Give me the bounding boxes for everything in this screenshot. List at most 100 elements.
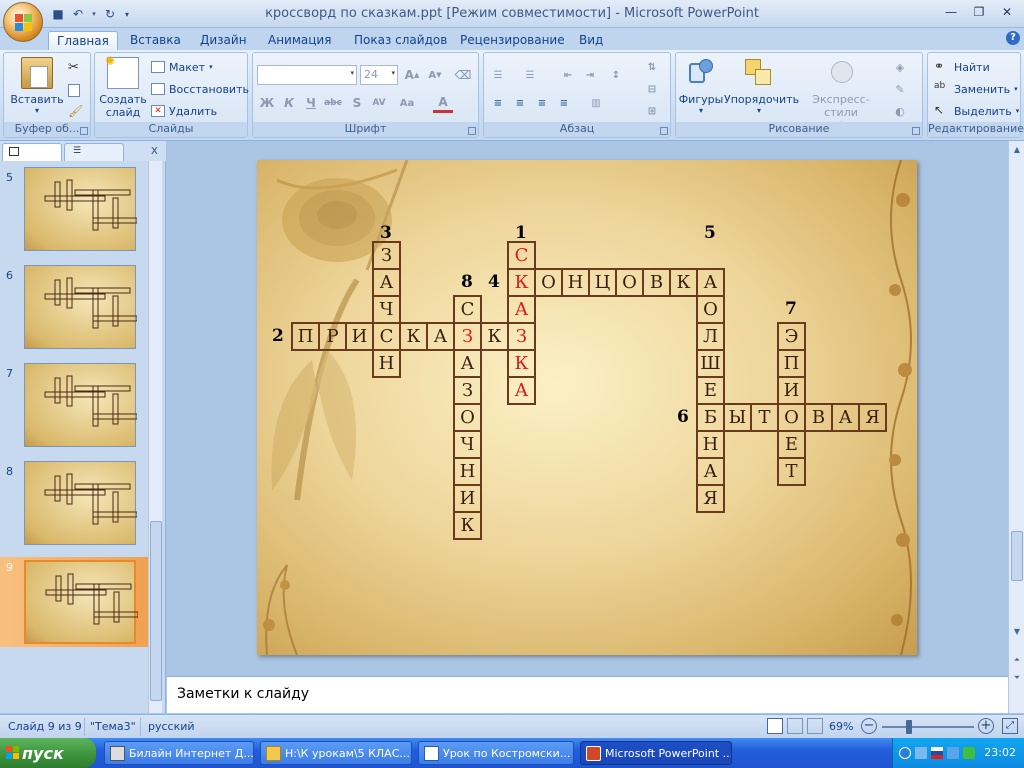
zoom-level[interactable]: 69%: [829, 720, 853, 733]
clipboard-launcher-icon[interactable]: [80, 127, 88, 135]
zoom-out-icon[interactable]: −: [861, 718, 877, 734]
format-painter-button[interactable]: 🖌: [68, 103, 84, 121]
align-left-icon[interactable]: ≡: [488, 93, 508, 113]
tab-home[interactable]: Главная: [48, 31, 118, 50]
font-color-icon[interactable]: A: [433, 93, 453, 113]
fit-to-window-icon[interactable]: ⤢: [1002, 718, 1018, 734]
thumbnail-scroll-thumb[interactable]: [150, 521, 162, 701]
next-slide-icon[interactable]: ⏷: [1010, 671, 1024, 685]
text-direction-icon[interactable]: ⇅: [642, 57, 662, 77]
italic-icon[interactable]: К: [279, 93, 299, 113]
language-flag-icon[interactable]: [931, 747, 943, 759]
replace-button[interactable]: ab Заменить ▾: [934, 80, 1018, 98]
tab-insert[interactable]: Вставка: [122, 31, 189, 50]
new-slide-button[interactable]: ✺ Создать слайд: [97, 54, 149, 119]
layout-button[interactable]: Макет ▾: [151, 58, 213, 76]
close-button[interactable]: ✕: [994, 3, 1020, 21]
shadow-icon[interactable]: S: [347, 93, 367, 113]
paste-button[interactable]: Вставить ▾: [8, 57, 66, 115]
shapes-button[interactable]: Фигуры ▾: [678, 57, 724, 115]
slides-tab[interactable]: [2, 143, 62, 161]
tab-animation[interactable]: Анимация: [260, 31, 339, 50]
start-button[interactable]: пуск: [0, 738, 96, 768]
reset-button[interactable]: Восстановить: [151, 80, 249, 98]
arrange-button[interactable]: Упорядочить ▾: [724, 57, 799, 115]
font-size-box[interactable]: 24 ▾: [360, 65, 398, 85]
delete-slide-button[interactable]: ✕ Удалить: [151, 102, 217, 120]
network-icon[interactable]: [915, 747, 927, 759]
cut-button[interactable]: ✂: [68, 59, 84, 77]
bold-icon[interactable]: Ж: [257, 93, 277, 113]
shrink-font-icon[interactable]: A ▼: [425, 65, 445, 85]
scroll-up-icon[interactable]: ▲: [1010, 143, 1024, 157]
sorter-view-icon[interactable]: [787, 718, 803, 734]
slide-thumbnail-6[interactable]: 6: [0, 265, 150, 355]
previous-slide-icon[interactable]: ⏶: [1010, 653, 1024, 667]
thumbnail-preview: [24, 560, 138, 644]
line-spacing-icon[interactable]: ↕: [606, 65, 626, 85]
help-icon[interactable]: ?: [1006, 31, 1020, 45]
quick-styles-button[interactable]: Экспресс-стили ▾: [798, 57, 884, 128]
slide-scrollbar[interactable]: ▲ ▼ ⏶ ⏷: [1008, 141, 1024, 713]
tab-slideshow[interactable]: Показ слайдов: [346, 31, 455, 50]
zoom-slider-thumb[interactable]: [906, 720, 912, 734]
slide-thumbnail-5[interactable]: 5: [0, 167, 150, 257]
fill-icon[interactable]: ◈: [890, 57, 910, 77]
underline-icon[interactable]: Ч: [301, 93, 321, 113]
bullets-icon[interactable]: ☰: [488, 65, 508, 85]
language-indicator[interactable]: русский: [148, 720, 195, 733]
tab-view[interactable]: Вид: [571, 31, 611, 50]
justify-icon[interactable]: ≡: [554, 93, 574, 113]
font-launcher-icon[interactable]: [468, 127, 476, 135]
taskbar-item[interactable]: Урок по Костромски...: [418, 741, 574, 765]
minimize-button[interactable]: —: [938, 3, 964, 21]
tab-review[interactable]: Рецензирование: [452, 31, 573, 50]
tab-design[interactable]: Дизайн: [192, 31, 255, 50]
strikethrough-icon[interactable]: abc: [323, 93, 343, 113]
slideshow-view-icon[interactable]: [807, 718, 823, 734]
slide-scroll-thumb[interactable]: [1011, 531, 1023, 581]
office-button[interactable]: [3, 2, 43, 42]
effects-icon[interactable]: ◐: [890, 101, 910, 121]
scroll-down-icon[interactable]: ▼: [1010, 625, 1024, 639]
thumbnail-scrollbar[interactable]: [148, 161, 162, 713]
align-center-icon[interactable]: ≡: [510, 93, 530, 113]
numbering-icon[interactable]: ☰: [520, 65, 540, 85]
outline-icon[interactable]: ✎: [890, 79, 910, 99]
notes-pane[interactable]: Заметки к слайду: [167, 676, 1008, 713]
zoom-slider[interactable]: [882, 720, 974, 734]
font-name-box[interactable]: ▾: [257, 65, 357, 85]
zoom-in-icon[interactable]: +: [978, 718, 994, 734]
select-button[interactable]: ↖ Выделить ▾: [934, 102, 1019, 120]
find-button[interactable]: ⚭ Найти: [934, 58, 990, 76]
crossword-cell: З: [372, 241, 401, 270]
volume-icon[interactable]: [947, 747, 959, 759]
copy-button[interactable]: [68, 81, 80, 99]
slide-thumbnail-9[interactable]: 9: [0, 557, 150, 647]
slide-canvas[interactable]: СКАЗКАПРИСКАЗКЗАЧНОНЦОВКАОЛШЕБНАЯЫТОВАЯЭ…: [257, 160, 917, 655]
outline-tab[interactable]: ☰: [64, 143, 124, 161]
clear-format-icon[interactable]: ⌫: [453, 65, 473, 85]
align-right-icon[interactable]: ≡: [532, 93, 552, 113]
restore-button[interactable]: ❐: [966, 3, 992, 21]
slide-thumbnail-8[interactable]: 8: [0, 461, 150, 551]
smartart-icon[interactable]: ⊞: [642, 101, 662, 121]
align-text-icon[interactable]: ⊟: [642, 79, 662, 99]
grow-font-icon[interactable]: A ▲: [402, 65, 422, 85]
taskbar-item[interactable]: Microsoft PowerPoint ...: [580, 741, 732, 765]
slide-thumbnail-7[interactable]: 7: [0, 363, 150, 453]
taskbar-item[interactable]: H:\К урокам\5 КЛАС...: [260, 741, 412, 765]
status-green-icon[interactable]: [963, 747, 975, 759]
drawing-launcher-icon[interactable]: [912, 127, 920, 135]
tray-expand-icon[interactable]: [899, 747, 911, 759]
columns-icon[interactable]: ▥: [586, 93, 606, 113]
taskbar-item[interactable]: Билайн Интернет Д...: [104, 741, 254, 765]
pane-close-icon[interactable]: x: [151, 143, 158, 157]
spacing-icon[interactable]: AV: [369, 93, 389, 113]
change-case-icon[interactable]: Aa: [397, 93, 417, 113]
increase-indent-icon[interactable]: ⇥: [580, 65, 600, 85]
normal-view-icon[interactable]: [767, 718, 783, 734]
decrease-indent-icon[interactable]: ⇤: [558, 65, 578, 85]
paragraph-launcher-icon[interactable]: [660, 127, 668, 135]
theme-name[interactable]: "Тема3": [90, 720, 136, 733]
